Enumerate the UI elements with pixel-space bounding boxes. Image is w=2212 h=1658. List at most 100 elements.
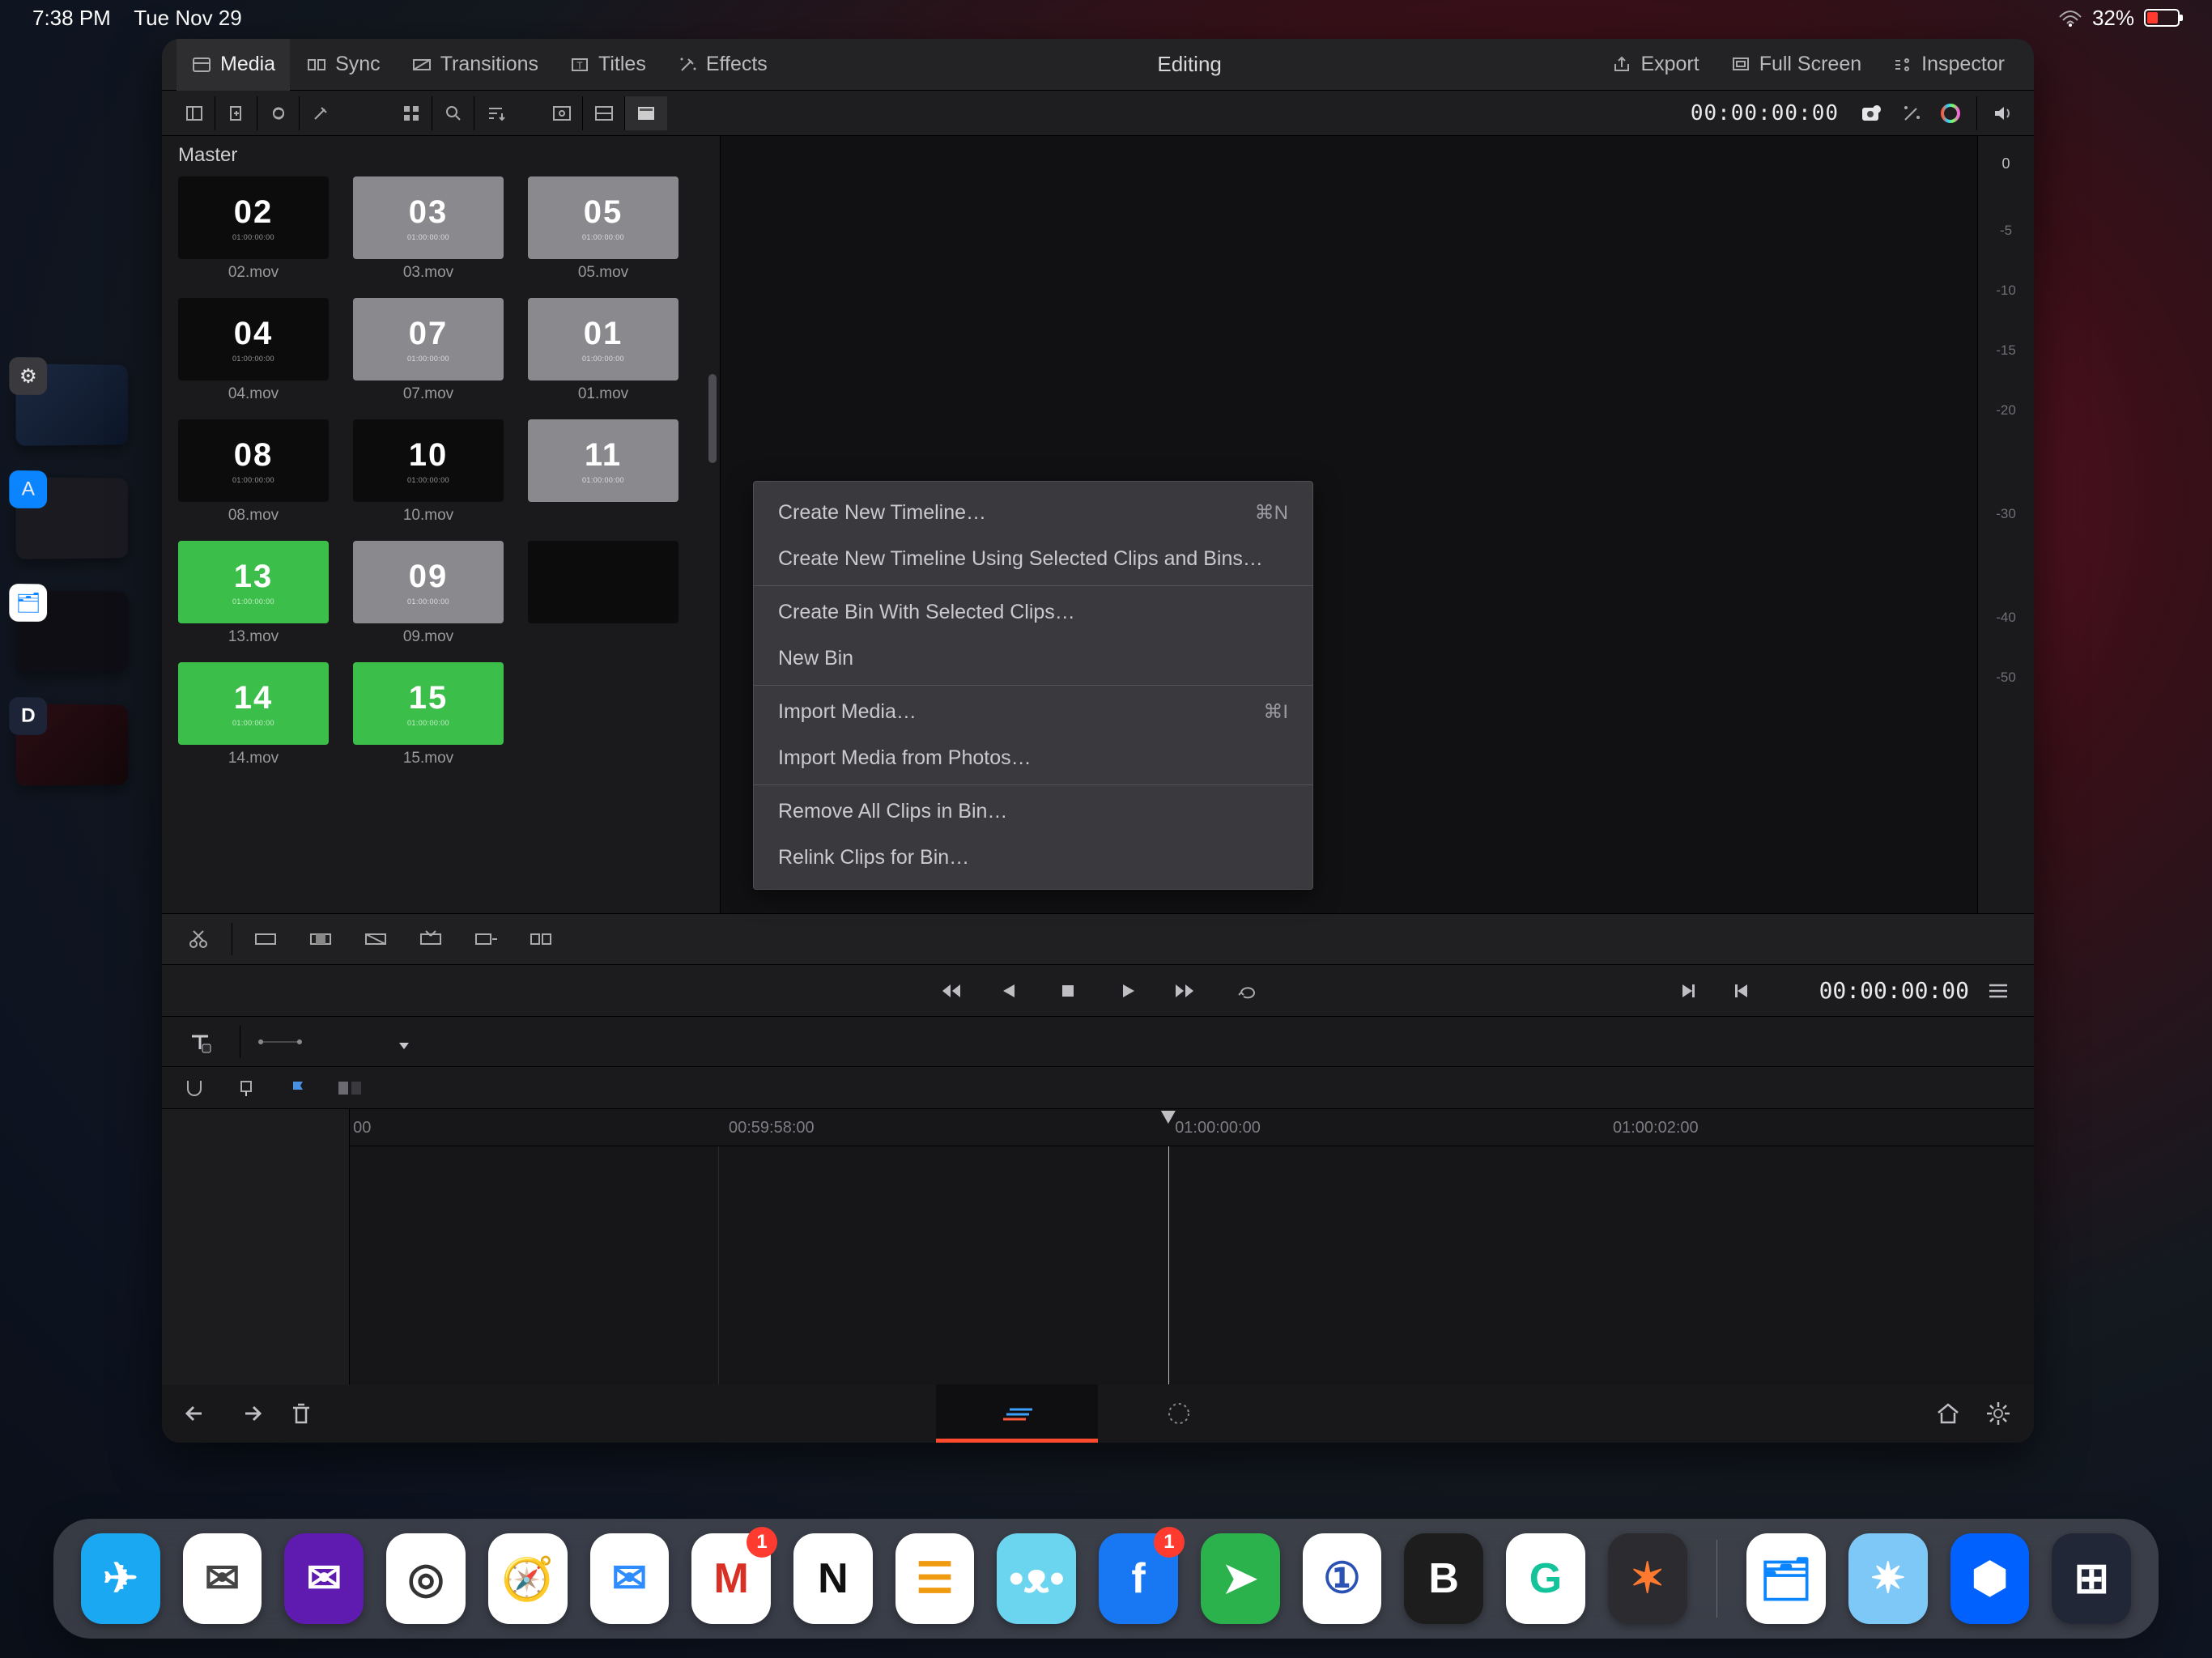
dock-app-feedly[interactable]: ➤ <box>1201 1533 1280 1624</box>
play-button[interactable] <box>1112 975 1144 1007</box>
tab-sync[interactable]: Sync <box>291 39 395 91</box>
clip-thumbnail[interactable]: 0801:00:00:00 <box>178 419 329 502</box>
dock-app-spark[interactable]: ✈︎ <box>81 1533 160 1624</box>
clip[interactable]: 0701:00:00:0007.mov <box>353 298 504 403</box>
clip-thumbnail[interactable]: 0301:00:00:00 <box>353 176 504 259</box>
clip[interactable] <box>528 541 678 646</box>
dock-app-1password[interactable]: ① <box>1303 1533 1382 1624</box>
cut-page-button[interactable] <box>936 1384 1098 1443</box>
sort-button[interactable] <box>474 96 517 130</box>
dock-app-mail-yb[interactable]: ✉︎ <box>183 1533 262 1624</box>
menu-item[interactable]: Create New Timeline…⌘N <box>754 490 1312 536</box>
dock-app-files[interactable]: 🗂 <box>1746 1533 1826 1624</box>
clip[interactable]: 0301:00:00:0003.mov <box>353 176 504 282</box>
clip-thumbnail[interactable]: 0501:00:00:00 <box>528 176 678 259</box>
tab-effects[interactable]: Effects <box>662 39 782 91</box>
tab-media[interactable]: Media <box>177 39 290 91</box>
clip[interactable]: 0401:00:00:0004.mov <box>178 298 329 403</box>
clip[interactable]: 1501:00:00:0015.mov <box>353 662 504 767</box>
clip-thumbnail[interactable]: 0901:00:00:00 <box>353 541 504 623</box>
clip[interactable]: 0901:00:00:0009.mov <box>353 541 504 646</box>
skip-forward-button[interactable] <box>1172 975 1204 1007</box>
color-wheel-button[interactable] <box>1931 94 1970 133</box>
dock-app-facebook[interactable]: f1 <box>1099 1533 1178 1624</box>
transport-menu-button[interactable] <box>1982 975 2014 1007</box>
snap-button[interactable] <box>178 1073 211 1103</box>
zoom-bar-handle[interactable] <box>258 1023 302 1061</box>
prev-clip-button[interactable] <box>1671 975 1704 1007</box>
clip[interactable]: 0101:00:00:0001.mov <box>528 298 678 403</box>
edit-page-button[interactable] <box>1098 1384 1260 1443</box>
search-button[interactable] <box>432 96 474 130</box>
overwrite-button[interactable] <box>299 920 342 958</box>
blade-button[interactable] <box>177 920 220 958</box>
clip[interactable]: 1301:00:00:0013.mov <box>178 541 329 646</box>
clip[interactable]: 0801:00:00:0008.mov <box>178 419 329 525</box>
insert-button[interactable] <box>244 920 287 958</box>
ruler[interactable]: 0000:59:58:0001:00:00:0001:00:02:00 <box>350 1109 2034 1146</box>
sync-button[interactable] <box>257 96 300 130</box>
clip[interactable]: 1001:00:00:0010.mov <box>353 419 504 525</box>
fit-button[interactable] <box>409 920 453 958</box>
dock-app-dropbox[interactable]: ⬢ <box>1950 1533 2030 1624</box>
ripple-button[interactable] <box>519 920 563 958</box>
settings-button[interactable] <box>1984 1399 2013 1428</box>
clip[interactable]: 0501:00:00:0005.mov <box>528 176 678 282</box>
tab-inspector[interactable]: Inspector <box>1878 39 2019 91</box>
clip-thumbnail[interactable]: 0701:00:00:00 <box>353 298 504 380</box>
tab-titles[interactable]: T Titles <box>555 39 661 91</box>
append-button[interactable] <box>464 920 508 958</box>
bin-breadcrumb[interactable]: Master <box>162 136 720 172</box>
viewer-mode-button[interactable] <box>625 96 667 130</box>
dock-app-shortcuts[interactable]: ✷ <box>1848 1533 1928 1624</box>
panel-toggle-button[interactable] <box>173 96 215 130</box>
redo-button[interactable] <box>235 1399 264 1428</box>
camera-toggle-button[interactable] <box>1853 94 1892 133</box>
tab-export[interactable]: Export <box>1597 39 1713 91</box>
stage-thumb[interactable]: D <box>16 704 129 786</box>
viewer-mode-button[interactable] <box>541 96 583 130</box>
tab-transitions[interactable]: Transitions <box>397 39 553 91</box>
stage-thumb[interactable]: 🗂 <box>16 590 129 673</box>
play-reverse-button[interactable] <box>992 975 1024 1007</box>
dock-app-resolve[interactable]: ✶ <box>1608 1533 1687 1624</box>
stage-thumb[interactable]: ⚙︎ <box>16 363 129 446</box>
clip-thumbnail[interactable]: 1501:00:00:00 <box>353 662 504 745</box>
timeline-lock-button[interactable] <box>178 1023 222 1061</box>
menu-item[interactable]: Import Media…⌘I <box>754 689 1312 735</box>
marker-button[interactable] <box>230 1073 262 1103</box>
dock-app-tweetbot[interactable]: •ᴥ• <box>997 1533 1076 1624</box>
fx-button[interactable] <box>300 96 342 130</box>
dock-app-yahoo[interactable]: ✉︎ <box>284 1533 364 1624</box>
menu-item[interactable]: Create Bin With Selected Clips… <box>754 589 1312 636</box>
undo-button[interactable] <box>183 1399 212 1428</box>
menu-item[interactable]: Import Media from Photos… <box>754 735 1312 781</box>
tab-fullscreen[interactable]: Full Screen <box>1716 39 1876 91</box>
dock-app-notion[interactable]: N <box>793 1533 873 1624</box>
dock-app-bundle[interactable]: ⊞ <box>2052 1533 2131 1624</box>
av-toggle-button[interactable] <box>334 1073 366 1103</box>
delete-button[interactable] <box>287 1399 316 1428</box>
dock-app-gmail[interactable]: M1 <box>691 1533 771 1624</box>
clip-thumbnail[interactable] <box>528 541 678 623</box>
replace-button[interactable] <box>354 920 398 958</box>
dock-app-apple-mail[interactable]: ✉︎ <box>590 1533 670 1624</box>
magic-button[interactable] <box>1892 94 1931 133</box>
clip-thumbnail[interactable]: 0201:00:00:00 <box>178 176 329 259</box>
grid-view-button[interactable] <box>390 96 432 130</box>
dock-app-chrome[interactable]: ◎ <box>386 1533 466 1624</box>
playhead-marker[interactable] <box>1161 1111 1176 1124</box>
menu-item[interactable]: New Bin <box>754 636 1312 682</box>
clip-thumbnail[interactable]: 1301:00:00:00 <box>178 541 329 623</box>
menu-item[interactable]: Create New Timeline Using Selected Clips… <box>754 536 1312 582</box>
clip-thumbnail[interactable]: 1101:00:00:00 <box>528 419 678 502</box>
clip-thumbnail[interactable]: 0101:00:00:00 <box>528 298 678 380</box>
menu-item[interactable]: Remove All Clips in Bin… <box>754 789 1312 835</box>
stop-button[interactable] <box>1052 975 1084 1007</box>
clip-thumbnail[interactable]: 0401:00:00:00 <box>178 298 329 380</box>
dock-app-calendar[interactable]: ☰ <box>895 1533 975 1624</box>
import-button[interactable] <box>215 96 257 130</box>
dock-app-safari[interactable]: 🧭 <box>488 1533 568 1624</box>
dock-app-bear[interactable]: B <box>1404 1533 1483 1624</box>
home-button[interactable] <box>1933 1399 1963 1428</box>
